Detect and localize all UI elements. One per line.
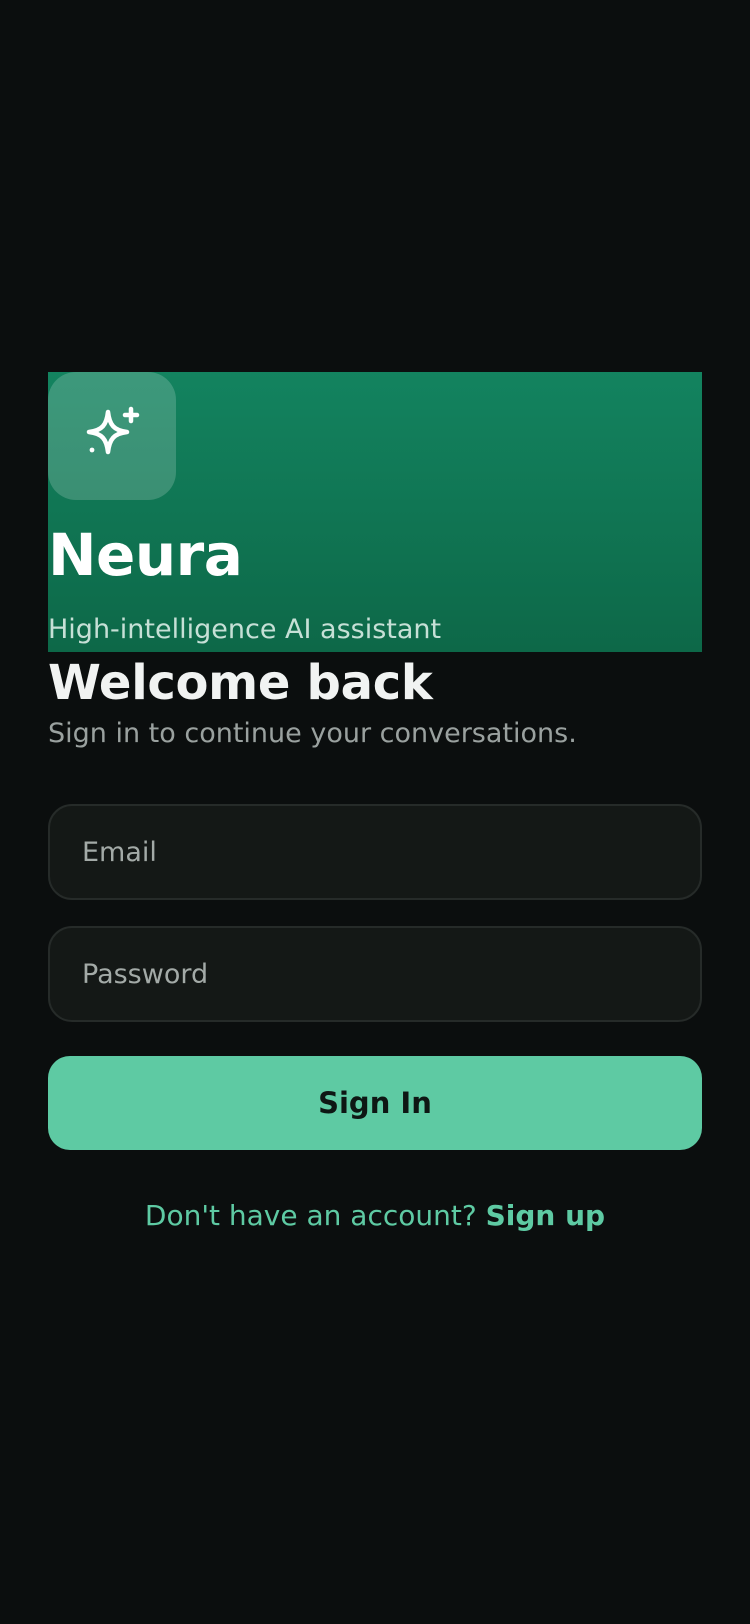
password-field[interactable] bbox=[48, 926, 702, 1022]
signup-prompt-text: Don't have an account? bbox=[144, 1199, 486, 1232]
signup-prompt-row: Don't have an account? Sign up bbox=[0, 1198, 750, 1234]
sign-in-button[interactable]: Sign In bbox=[48, 1056, 702, 1150]
email-field[interactable] bbox=[48, 804, 702, 900]
welcome-title: Welcome back bbox=[48, 655, 433, 711]
sign-up-link[interactable]: Sign up bbox=[486, 1199, 605, 1232]
app-tagline: High-intelligence AI assistant bbox=[48, 614, 442, 645]
app-name: Neura bbox=[48, 521, 243, 589]
hero-banner: Neura High-intelligence AI assistant bbox=[48, 372, 702, 652]
sparkles-icon bbox=[86, 406, 140, 455]
login-screen: Neura High-intelligence AI assistant Wel… bbox=[0, 0, 750, 1624]
app-logo bbox=[48, 372, 176, 500]
welcome-subtitle: Sign in to continue your conversations. bbox=[48, 718, 577, 749]
